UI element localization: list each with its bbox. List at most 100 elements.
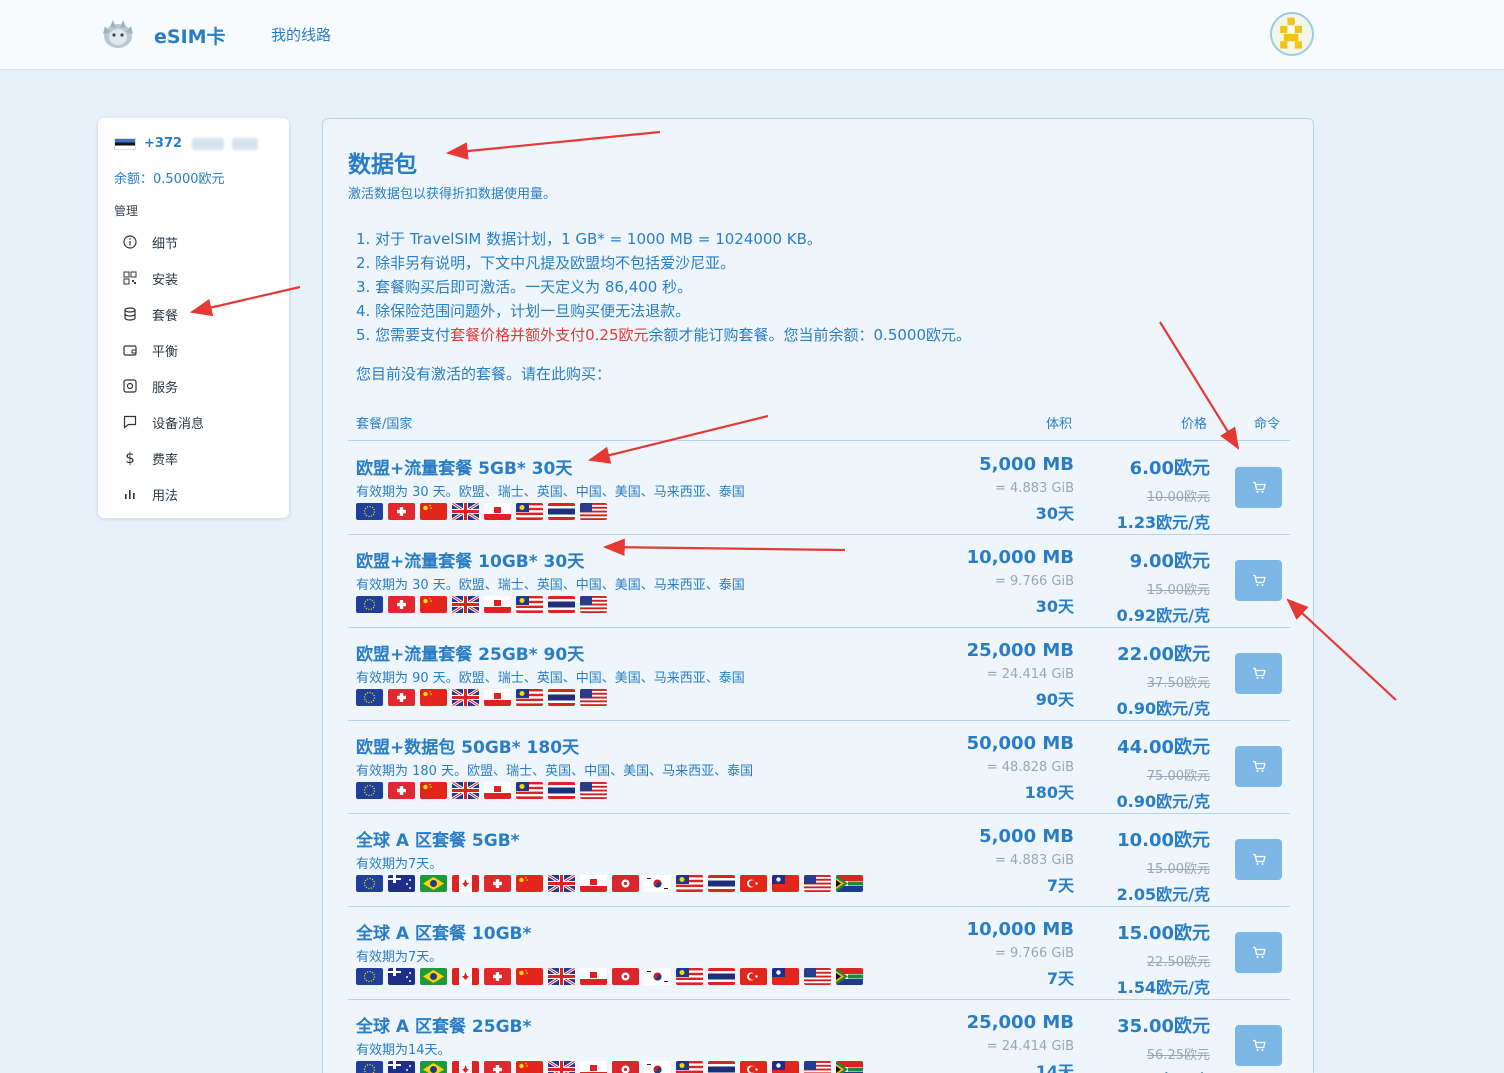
buy-button[interactable] [1235, 653, 1282, 694]
note-highlight: 套餐价格并额外支付0.25欧元 [450, 326, 649, 344]
cart-icon [1252, 574, 1266, 586]
volume-gib: = 4.883 GiB [995, 853, 1074, 868]
flag-gi-icon [580, 968, 607, 985]
package-description: 有效期为 180 天。欧盟、瑞士、英国、中国、美国、马来西亚、泰国 [356, 764, 754, 779]
sidebar-item-rates[interactable]: $ 费率 [114, 440, 284, 476]
info-icon [122, 234, 138, 250]
country-flags [356, 689, 612, 706]
sidebar-item-install[interactable]: 安装 [114, 260, 284, 296]
flag-br-icon [420, 968, 447, 985]
flag-us-icon [580, 689, 607, 706]
country-flags [356, 968, 868, 985]
cart-icon [1252, 481, 1266, 493]
note-item: 5. 您需要支付套餐价格并额外支付0.25欧元余额才能订购套餐。您当前余额：0.… [356, 323, 971, 347]
flag-gb-icon [452, 782, 479, 799]
flag-th-icon [708, 1061, 735, 1073]
package-name[interactable]: 全球 A 区套餐 5GB* [356, 826, 520, 851]
package-name[interactable]: 欧盟+数据包 50GB* 180天 [356, 733, 579, 758]
table-row: 欧盟+流量套餐 5GB* 30天 有效期为 30 天。欧盟、瑞士、英国、中国、美国… [348, 442, 1290, 535]
current-price: 44.00欧元 [1117, 737, 1210, 758]
flag-gi-icon [484, 782, 511, 799]
redacted-number [192, 137, 225, 150]
sidebar-item-packages[interactable]: 套餐 [114, 296, 284, 332]
package-description: 有效期为7天。 [356, 857, 443, 872]
buy-button[interactable] [1235, 467, 1282, 508]
volume-gib: = 24.414 GiB [986, 667, 1074, 682]
flag-gb-icon [548, 1061, 575, 1073]
package-volume: 5,000 MB = 4.883 GiB 30天 [979, 454, 1074, 524]
buy-button[interactable] [1235, 839, 1282, 880]
flag-cn-icon [420, 689, 447, 706]
buy-button[interactable] [1235, 560, 1282, 601]
avatar[interactable] [1270, 12, 1314, 56]
packages-panel: 数据包 激活数据包以获得折扣数据使用量。 1. 对于 TravelSIM 数据计… [322, 118, 1314, 1073]
package-name[interactable]: 全球 A 区套餐 10GB* [356, 919, 531, 944]
sidebar-item-usage[interactable]: 用法 [114, 476, 284, 512]
package-name[interactable]: 欧盟+流量套餐 25GB* 90天 [356, 640, 584, 665]
flag-th-icon [548, 596, 575, 613]
volume-gib: = 24.414 GiB [986, 1039, 1074, 1054]
current-price: 9.00欧元 [1129, 551, 1210, 572]
sidebar-item-details[interactable]: 细节 [114, 224, 284, 260]
buy-button[interactable] [1235, 746, 1282, 787]
current-price: 15.00欧元 [1117, 923, 1210, 944]
validity-days: 7天 [1046, 969, 1074, 988]
column-header-volume: 体积 [1046, 417, 1073, 432]
flag-cn-icon [420, 596, 447, 613]
volume-mb: 25,000 MB [966, 1012, 1074, 1033]
note-text: 5. 您需要支付 [356, 326, 451, 344]
validity-days: 30天 [1035, 597, 1074, 616]
nav-my-lines[interactable]: 我的线路 [271, 24, 331, 45]
cart-icon [1252, 667, 1266, 679]
package-name[interactable]: 全球 A 区套餐 25GB* [356, 1012, 531, 1037]
flag-au-icon [388, 968, 415, 985]
original-price: 37.50欧元 [1146, 676, 1210, 691]
phone-number: +372 [114, 136, 259, 151]
flag-us-icon [580, 782, 607, 799]
sidebar-item-balance[interactable]: 平衡 [114, 332, 284, 368]
package-name[interactable]: 欧盟+流量套餐 5GB* 30天 [356, 454, 572, 479]
flag-gb-icon [452, 689, 479, 706]
note-item: 1. 对于 TravelSIM 数据计划，1 GB* = 1000 MB = 1… [356, 230, 822, 248]
flag-za-icon [836, 968, 863, 985]
flag-us-icon [580, 503, 607, 520]
sidebar-item-label: 费率 [152, 452, 179, 468]
sidebar-item-label: 设备消息 [152, 416, 205, 432]
sidebar-item-device-messages[interactable]: 设备消息 [114, 404, 284, 440]
flag-my-icon [676, 875, 703, 892]
column-header-action: 命令 [1254, 417, 1281, 432]
avatar-identicon-icon [1280, 17, 1302, 49]
flag-th-icon [548, 782, 575, 799]
buy-button[interactable] [1235, 932, 1282, 973]
note-item: 4. 除保险范围问题外，计划一旦购买便无法退款。 [356, 302, 691, 320]
flag-us-icon [580, 596, 607, 613]
flag-eu-icon [356, 968, 383, 985]
flag-za-icon [836, 1061, 863, 1073]
volume-gib: = 4.883 GiB [995, 481, 1074, 496]
country-flags [356, 1061, 868, 1073]
note-item: 2. 除非另有说明，下文中凡提及欧盟均不包括爱沙尼亚。 [356, 254, 736, 272]
estonia-flag-icon [114, 137, 136, 150]
price-per-gb: 0.90欧元/克 [1116, 792, 1210, 811]
buy-button[interactable] [1235, 1025, 1282, 1066]
price-per-gb: 1.43欧元/克 [1117, 1067, 1210, 1073]
flag-za-icon [836, 875, 863, 892]
flag-tr-icon [740, 968, 767, 985]
package-price: 6.00欧元 10.00欧元 1.23欧元/克 [1117, 454, 1210, 533]
notes-list: 1. 对于 TravelSIM 数据计划，1 GB* = 1000 MB = 1… [356, 227, 971, 347]
note-item: 3. 套餐购买后即可激活。一天定义为 86,400 秒。 [356, 278, 693, 296]
sidebar-item-services[interactable]: 服务 [114, 368, 284, 404]
package-name[interactable]: 欧盟+流量套餐 10GB* 30天 [356, 547, 584, 572]
brand-name[interactable]: eSIM卡 [154, 22, 226, 49]
package-volume: 50,000 MB = 48.828 GiB 180天 [967, 733, 1074, 803]
flag-ch-icon [388, 782, 415, 799]
logo-icon[interactable] [99, 16, 137, 52]
price-per-gb: 1.23欧元/克 [1116, 513, 1210, 532]
current-price: 35.00欧元 [1117, 1016, 1210, 1037]
column-header-package: 套餐/国家 [356, 417, 413, 432]
flag-gb-icon [452, 596, 479, 613]
table-row: 全球 A 区套餐 5GB* 有效期为7天。 5,000 MB = 4.883 GiB 7… [348, 814, 1290, 907]
flag-eu-icon [356, 1061, 383, 1073]
package-description: 有效期为7天。 [356, 950, 443, 965]
original-price: 22.50欧元 [1146, 955, 1210, 970]
